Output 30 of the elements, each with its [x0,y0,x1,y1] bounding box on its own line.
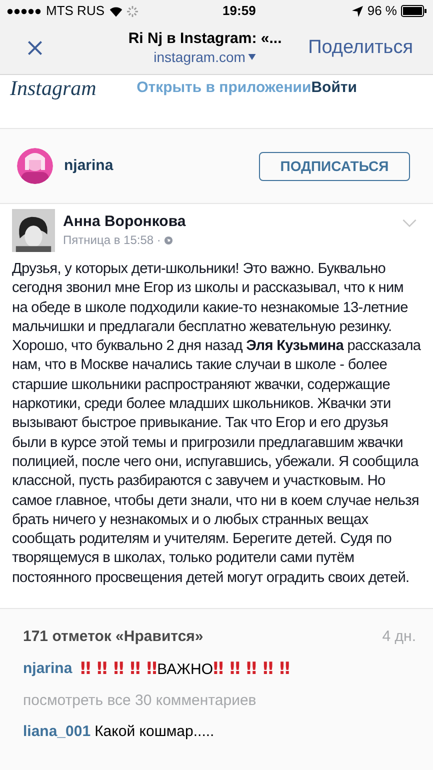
battery-icon [401,5,427,17]
post-text: Друзья, у которых дети-школьники! Это важно. Буквально сегодня звонил мне Егор из школы и рассказывал, что к ним на обеде в школе подходили какие-то незнакомые 13-летние мальчишки и предлагали бесплатно жевательную резинку. Хорошо, что буквально 2 дня назад Эля Кузьмина рассказала нам, что в Москве начались такие случаи в школе - более старшие школьники распространяют жвачки, содержащие наркотики, среди более младших школьников. Жвачки эти вызывают быстрое привыкание. Так что Егор и его друзья были в курсе этой темы и пригрозили предлагавшим жвачки полицией, после чего они, испугавшись, убежали. Я сообщила классной, пусть разбираются с завучем и участковым. Но самое главное, чтобы дети знали, что ни в коем случае нельзя брать ничего у незнакомых и о любых странных вещах сообщать родителям и учителям. Берегите детей. Судя по творящемуся в школах, только родители сами путём постоянного просвещения детей могут оградить своих детей. [12,260,421,588]
clock: 19:59 [222,2,257,20]
comment-username[interactable]: njarina [23,658,72,681]
likes-count: 171 отметок «Нравится» [23,627,204,648]
username: njarina [64,156,114,176]
wifi-icon [108,6,122,16]
page-url: instagram.com [154,48,246,66]
dropdown-caret-icon [248,54,256,60]
battery-percent: 96 % [367,2,397,20]
post-age: 4 дн. [382,627,416,648]
globe-icon [164,236,173,244]
author-avatar [12,209,55,252]
instagram-logo: Instagram [10,76,98,100]
login-link[interactable]: Войти [311,76,423,100]
follow-button[interactable]: ПОДПИСАТЬСЯ [259,152,410,180]
loading-icon [126,6,138,16]
comment-text: Какой кошмар..... [94,722,214,742]
post-date: Пятница в 15:58 · [63,232,161,249]
open-in-app-link[interactable]: Открыть в приложении [136,76,312,100]
location-icon [352,6,364,16]
close-icon [26,39,44,57]
carrier-name: MTS RUS [46,2,104,20]
share-button[interactable]: Поделиться [300,34,413,62]
comment-username[interactable]: liana_001 [23,720,91,744]
signal-icon [6,8,42,14]
page-title: Ri Nj в Instagram: «... [128,30,282,48]
author-name: Анна Воронкова [63,212,187,231]
comment-text: ‼ ‼ ‼ ‼ ‼ВАЖНО‼ ‼ ‼ ‼ ‼ [80,658,290,681]
user-avatar [17,148,53,184]
